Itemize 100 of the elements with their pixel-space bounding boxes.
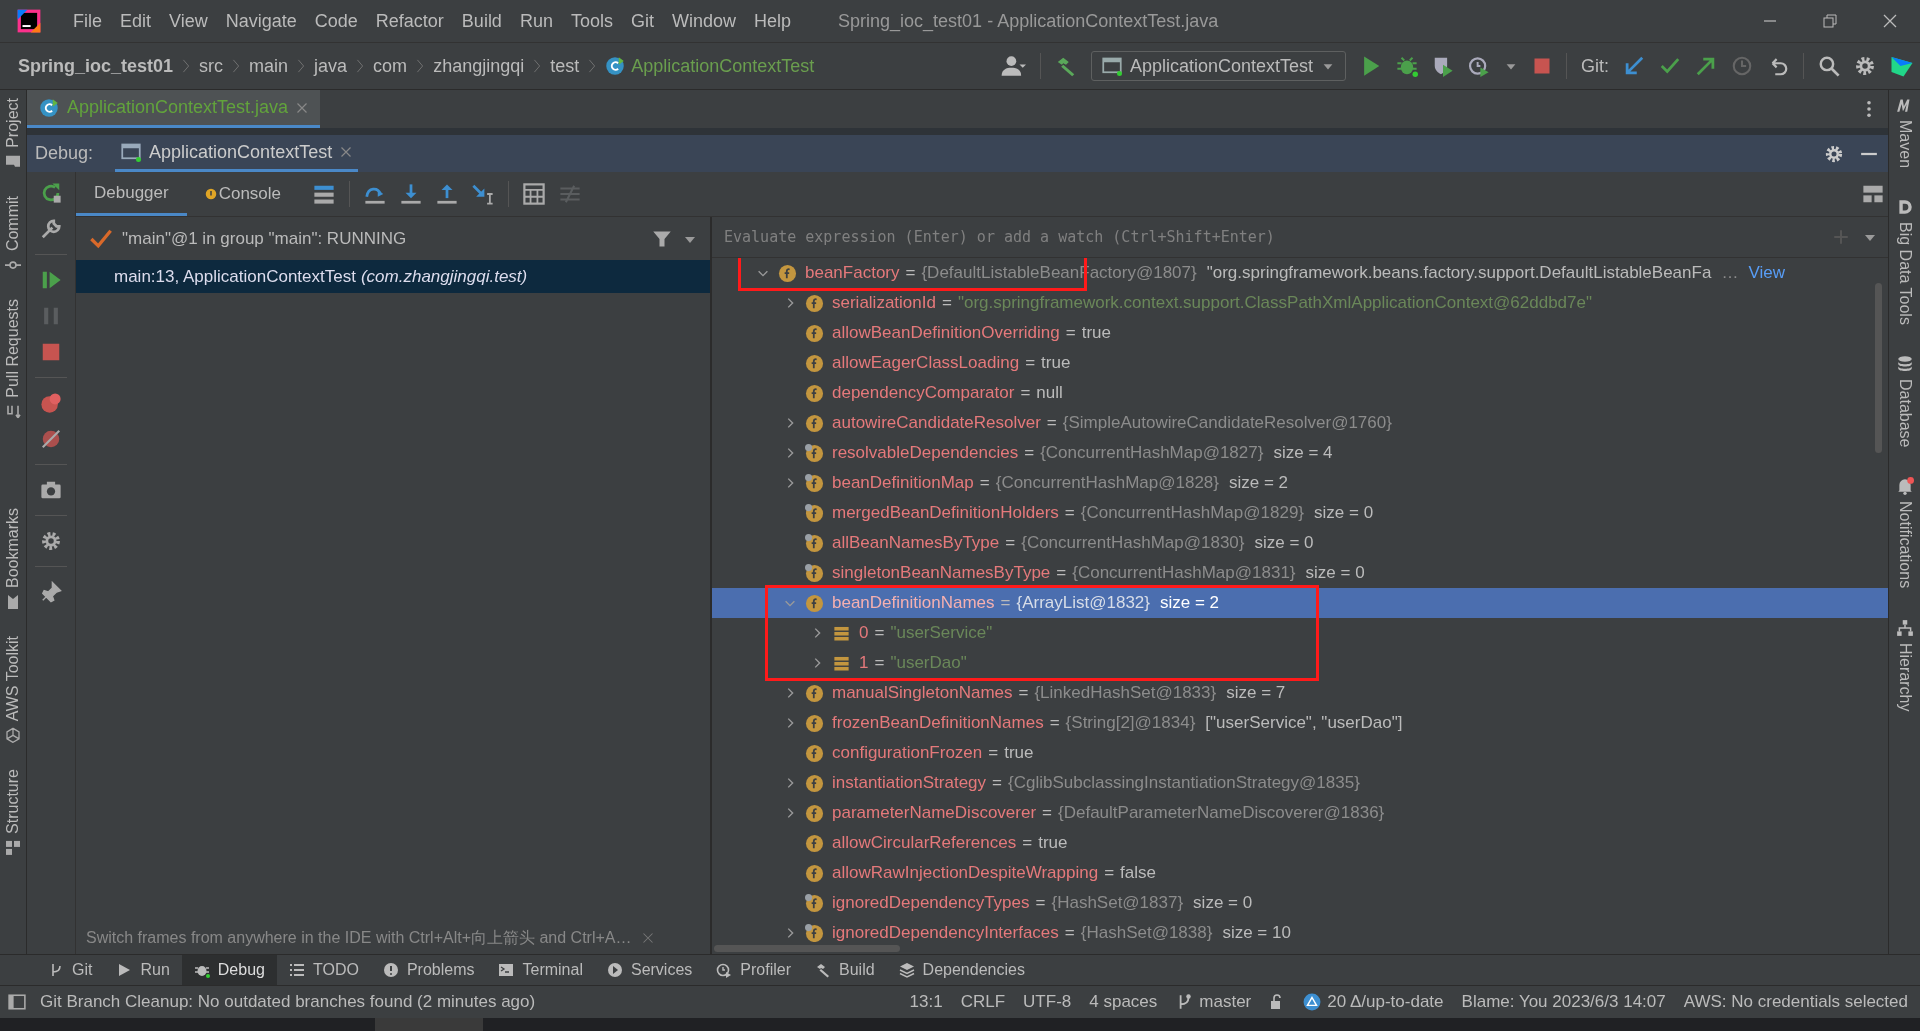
menu-item[interactable]: Navigate [216, 10, 306, 32]
tree-row[interactable]: autowireCandidateResolver = {SimpleAutowireCandidateResolver@1760} [712, 408, 1888, 438]
breadcrumb[interactable]: src [199, 55, 224, 77]
tool-window-button[interactable]: Pull Requests [0, 298, 26, 420]
camera-icon[interactable] [40, 479, 62, 501]
history-icon[interactable] [1731, 55, 1753, 77]
tool-window-tab[interactable]: Services [594, 955, 705, 985]
breakpoints-icon[interactable] [40, 392, 62, 414]
pin-icon[interactable] [40, 581, 62, 603]
tool-window-button[interactable]: Maven [1895, 96, 1914, 169]
stack-frame[interactable]: main:13, ApplicationContextTest (com.zhangjingqi.test) [76, 260, 710, 293]
update-icon[interactable] [1623, 55, 1645, 77]
step-into-icon[interactable] [400, 183, 423, 205]
settings-icon[interactable] [40, 530, 62, 552]
tool-window-tab[interactable]: Run [104, 955, 182, 985]
tree-row[interactable]: frozenBeanDefinitionNames = {String[2]@1834} ["userService", "userDao"] [712, 708, 1888, 738]
run-configuration-dropdown[interactable]: ApplicationContextTest [1090, 51, 1346, 81]
close-icon[interactable] [340, 146, 353, 158]
menu-item[interactable]: Git [621, 10, 663, 32]
rerun-icon[interactable] [40, 182, 62, 204]
evaluate-field[interactable]: Evaluate expression (Enter) or add a watch (Ctrl+Shift+Enter) [722, 227, 1832, 247]
status-item[interactable]: master [1175, 992, 1252, 1012]
breadcrumb[interactable]: zhangjingqi [433, 55, 525, 77]
menu-item[interactable]: Window [662, 10, 745, 32]
tree-row[interactable]: configurationFrozen = true [712, 738, 1888, 768]
status-item[interactable]: 20 Δ/up-to-date [1303, 992, 1444, 1012]
search-icon[interactable] [1818, 55, 1840, 77]
breadcrumb[interactable]: main [249, 55, 289, 77]
status-item[interactable]: AWS: No credentials selected [1683, 992, 1908, 1012]
scrollbar-thumb[interactable] [1875, 283, 1882, 453]
status-item[interactable]: 4 spaces [1089, 992, 1158, 1012]
close-icon[interactable] [1882, 13, 1898, 29]
breadcrumb[interactable]: com [373, 55, 408, 77]
tool-window-button[interactable]: Database [1895, 354, 1914, 448]
panel-tab[interactable]: Debugger [76, 172, 187, 216]
tree-row[interactable]: allowBeanDefinitionOverriding = true [712, 318, 1888, 348]
menu-item[interactable]: Refactor [366, 10, 453, 32]
tool-window-button[interactable]: AWS Toolkit [0, 635, 26, 743]
tool-window-tab[interactable]: Problems [370, 955, 487, 985]
breadcrumb[interactable]: test [550, 55, 580, 77]
tool-window-tab[interactable]: Dependencies [886, 955, 1037, 985]
tool-window-button[interactable]: Notifications [1895, 477, 1914, 589]
tool-window-tab[interactable]: Build [803, 955, 887, 985]
push-icon[interactable] [1695, 55, 1717, 77]
resume-icon[interactable] [40, 269, 62, 291]
breadcrumb[interactable]: java [314, 55, 348, 77]
plugin-logo-icon[interactable] [1890, 54, 1914, 78]
tool-window-tab[interactable]: Profiler [704, 955, 803, 985]
tool-window-button[interactable]: Project [0, 98, 26, 170]
menu-item[interactable]: View [160, 10, 217, 32]
coverage-icon[interactable] [1432, 55, 1454, 77]
menu-item[interactable]: Help [745, 10, 801, 32]
scrollbar-thumb[interactable] [714, 944, 900, 952]
status-item[interactable]: Blame: You 2023/6/3 14:07 [1461, 992, 1666, 1012]
tree-row[interactable]: beanDefinitionNames = {ArrayList@1832} size = 2 [712, 588, 1888, 618]
breadcrumb[interactable]: ApplicationContextTest [631, 55, 815, 77]
panel-tab[interactable]: Console [186, 172, 300, 216]
tool-window-button[interactable]: Structure [0, 769, 26, 856]
calculator-icon[interactable] [523, 183, 546, 205]
tool-window-tab[interactable]: Git [36, 955, 105, 985]
tool-window-tab[interactable]: Terminal [486, 955, 595, 985]
tool-window-button[interactable]: Commit [0, 195, 26, 273]
mute-breakpoints-icon[interactable] [40, 428, 62, 450]
wrench-icon[interactable] [40, 218, 62, 240]
tree-row[interactable]: ignoredDependencyTypes = {HashSet@1837} size = 0 [712, 888, 1888, 918]
menu-item[interactable]: Tools [561, 10, 622, 32]
settings-icon[interactable] [1854, 55, 1876, 77]
tree-row[interactable]: allBeanNamesByType = {ConcurrentHashMap@1830} size = 0 [712, 528, 1888, 558]
breadcrumb[interactable]: Spring_ioc_test01 [18, 55, 174, 77]
view-link[interactable]: View [1748, 263, 1785, 283]
tree-row[interactable]: manualSingletonNames = {LinkedHashSet@1833} size = 7 [712, 678, 1888, 708]
status-item[interactable]: 13:1 [909, 992, 943, 1012]
tree-row[interactable]: allowEagerClassLoading = true [712, 348, 1888, 378]
tree-row[interactable]: mergedBeanDefinitionHolders = {ConcurrentHashMap@1829} size = 0 [712, 498, 1888, 528]
restore-icon[interactable] [1822, 13, 1838, 29]
tree-row[interactable]: allowCircularReferences = true [712, 828, 1888, 858]
user-icon[interactable] [999, 53, 1026, 79]
tool-window-button[interactable]: Big Data Tools [1895, 198, 1914, 325]
step-out-icon[interactable] [436, 183, 459, 205]
tree-row[interactable]: serializationId = "org.springframework.context.support.ClassPathXmlApplicationContext@62ddbd7e" [712, 288, 1888, 318]
profiler-icon[interactable] [1468, 55, 1490, 77]
tree-row[interactable]: beanDefinitionMap = {ConcurrentHashMap@1828} size = 2 [712, 468, 1888, 498]
menu-item[interactable]: Edit [111, 10, 161, 32]
tree-row[interactable]: resolvableDependencies = {ConcurrentHashMap@1827} size = 4 [712, 438, 1888, 468]
stop-icon[interactable] [1532, 56, 1552, 76]
tree-row[interactable]: 1 = "userDao" [712, 648, 1888, 678]
bug-icon[interactable] [1396, 55, 1418, 77]
tool-window-tab[interactable]: TODO [276, 955, 371, 985]
debug-session-tab[interactable]: ApplicationContextTest [115, 135, 359, 172]
tool-window-button[interactable]: Bookmarks [0, 507, 26, 610]
stop-icon[interactable] [40, 341, 62, 363]
run-to-cursor-icon[interactable] [472, 183, 495, 205]
tool-window-tab[interactable]: Debug [181, 955, 277, 985]
tree-row[interactable]: parameterNameDiscoverer = {DefaultParameterNameDiscoverer@1836} [712, 798, 1888, 828]
menu-item[interactable]: Code [305, 10, 367, 32]
layout-icon[interactable] [1862, 183, 1884, 205]
tree-row[interactable]: singletonBeanNamesByType = {ConcurrentHashMap@1831} size = 0 [712, 558, 1888, 588]
menu-item[interactable]: File [64, 10, 111, 32]
tree-row[interactable]: dependencyComparator = null [712, 378, 1888, 408]
status-item[interactable]: UTF-8 [1023, 992, 1072, 1012]
